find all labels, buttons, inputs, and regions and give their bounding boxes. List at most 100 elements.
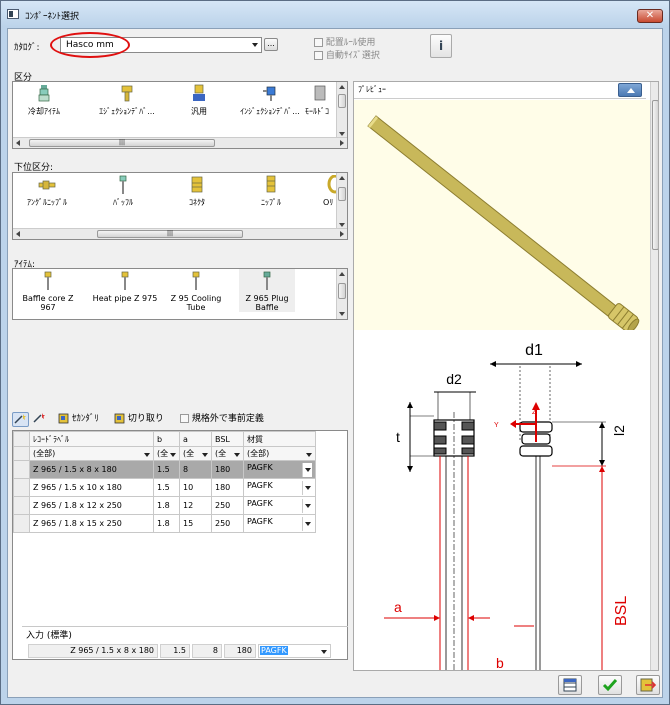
material-dropdown-button[interactable]: [302, 516, 312, 531]
material-dropdown-button[interactable]: [302, 480, 312, 495]
info-button[interactable]: i: [430, 34, 452, 58]
cell-b[interactable]: 1.5: [153, 460, 180, 479]
scroll-thumb[interactable]: |||: [97, 230, 243, 238]
placement-rules-checkbox[interactable]: [314, 38, 323, 47]
close-button[interactable]: ✕: [637, 9, 663, 23]
cell-bsl[interactable]: 180: [211, 478, 244, 497]
column-header-material[interactable]: 材質: [243, 431, 316, 447]
scroll-left-icon[interactable]: [16, 231, 20, 237]
cell-record-label[interactable]: Z 965 / 1.5 x 10 x 180: [29, 478, 154, 497]
subcategory-item-connector[interactable]: ｺﾈｸﾀ: [177, 173, 217, 207]
subcategory-item-nipple[interactable]: ﾆｯﾌﾟﾙ: [251, 173, 291, 207]
table-row[interactable]: Z 965 / 1.8 x 15 x 250 1.8 15 250 PAGFK: [13, 514, 316, 533]
input-material-select[interactable]: PAGFK: [258, 644, 331, 658]
scroll-thumb[interactable]: [338, 94, 346, 108]
category-vscrollbar[interactable]: [336, 82, 347, 139]
nonstandard-option[interactable]: 規格外で事前定義: [180, 412, 290, 427]
scroll-up-icon[interactable]: [339, 272, 345, 276]
subcategory-item-baffle[interactable]: ﾊﾞｯﾌﾙ: [103, 173, 143, 207]
cell-bsl[interactable]: 180: [211, 460, 244, 479]
category-list[interactable]: 冷却ｱｲﾃﾑ ｴｼﾞｪｸｼｮﾝﾃﾞﾊﾞ... 汎用 ｲﾝｼﾞｪｸｼｮﾝﾃﾞﾊﾞ.…: [12, 81, 348, 149]
scroll-right-icon[interactable]: [340, 140, 344, 146]
column-header-a[interactable]: a: [179, 431, 212, 447]
secondary-button[interactable]: ｾｶﾝﾀﾞﾘ: [58, 412, 110, 427]
input-a-field[interactable]: 8: [192, 644, 222, 658]
material-dropdown-button[interactable]: [302, 498, 312, 513]
scroll-thumb[interactable]: [338, 283, 346, 299]
preview-panel: ﾌﾟﾚﾋﾞｭｰ d1 d2 t Z Y l2 BSL a b: [353, 81, 659, 671]
properties-button[interactable]: [558, 675, 582, 695]
auto-size-checkbox[interactable]: [314, 51, 323, 60]
item-baffle-core[interactable]: Baffle core Z 967: [17, 269, 79, 312]
input-bsl-field[interactable]: 180: [224, 644, 256, 658]
item-list[interactable]: Baffle core Z 967 Heat pipe Z 975 Z 95 C…: [12, 268, 348, 320]
cell-b[interactable]: 1.8: [153, 514, 180, 533]
preview-vscrollbar[interactable]: [650, 82, 658, 670]
mode-button-1[interactable]: [12, 412, 29, 427]
category-item-ejection[interactable]: ｴｼﾞｪｸｼｮﾝﾃﾞﾊﾞ...: [91, 82, 163, 116]
filter-bsl[interactable]: (全: [211, 446, 244, 461]
filter-record-label[interactable]: (全部): [29, 446, 154, 461]
input-record-field[interactable]: Z 965 / 1.5 x 8 x 180: [28, 644, 158, 658]
filter-a[interactable]: (全: [179, 446, 212, 461]
table-row[interactable]: Z 965 / 1.8 x 12 x 250 1.8 12 250 PAGFK: [13, 496, 316, 515]
cell-record-label[interactable]: Z 965 / 1.8 x 15 x 250: [29, 514, 154, 533]
scroll-down-icon[interactable]: [339, 132, 345, 136]
cell-bsl[interactable]: 250: [211, 514, 244, 533]
cell-material[interactable]: PAGFK: [243, 514, 316, 533]
filter-b[interactable]: (全: [153, 446, 180, 461]
item-cooling-tube[interactable]: Z 95 Cooling Tube: [165, 269, 227, 312]
cell-b[interactable]: 1.8: [153, 496, 180, 515]
apply-exit-button[interactable]: [636, 675, 660, 695]
cell-record-label[interactable]: Z 965 / 1.8 x 12 x 250: [29, 496, 154, 515]
preview-header: ﾌﾟﾚﾋﾞｭｰ: [354, 82, 646, 99]
scroll-up-icon[interactable]: [339, 176, 345, 180]
preview-collapse-button[interactable]: [618, 83, 642, 97]
table-row[interactable]: Z 965 / 1.5 x 8 x 180 1.5 8 180 PAGFK: [13, 460, 316, 479]
scroll-thumb[interactable]: [652, 100, 658, 250]
scroll-thumb[interactable]: |||: [29, 139, 215, 147]
item-plug-baffle[interactable]: Z 965 Plug Baffle: [239, 269, 295, 312]
category-item-cooling[interactable]: 冷却ｱｲﾃﾑ: [19, 82, 69, 116]
category-item-injection[interactable]: ｲﾝｼﾞｪｸｼｮﾝﾃﾞﾊﾞ...: [235, 82, 305, 116]
cell-a[interactable]: 8: [179, 460, 212, 479]
cutout-button[interactable]: 切り取り: [114, 412, 174, 427]
cell-a[interactable]: 15: [179, 514, 212, 533]
filter-material[interactable]: (全部): [243, 446, 316, 461]
scroll-down-icon[interactable]: [339, 223, 345, 227]
table-row[interactable]: Z 965 / 1.5 x 10 x 180 1.5 10 180 PAGFK: [13, 478, 316, 497]
column-header-bsl[interactable]: BSL: [211, 431, 244, 447]
category-item-general[interactable]: 汎用: [179, 82, 219, 116]
cell-a[interactable]: 10: [179, 478, 212, 497]
scroll-up-icon[interactable]: [339, 85, 345, 89]
subcategory-list[interactable]: ｱﾝｸﾞﾙﾆｯﾌﾟﾙ ﾊﾞｯﾌﾙ ｺﾈｸﾀ ﾆｯﾌﾟﾙ Oﾘ |||: [12, 172, 348, 240]
column-header-record-label[interactable]: ﾚｺｰﾄﾞﾗﾍﾞﾙ: [29, 431, 154, 447]
scroll-thumb[interactable]: [338, 187, 346, 201]
nonstandard-checkbox[interactable]: [180, 414, 189, 423]
subcategory-vscrollbar[interactable]: [336, 173, 347, 230]
preview-3d-view[interactable]: [354, 100, 650, 333]
cell-a[interactable]: 12: [179, 496, 212, 515]
cell-bsl[interactable]: 250: [211, 496, 244, 515]
cell-material[interactable]: PAGFK: [243, 496, 316, 515]
cell-material[interactable]: PAGFK: [243, 460, 316, 479]
mode-button-2[interactable]: [32, 412, 49, 427]
material-dropdown-button[interactable]: [302, 462, 312, 477]
auto-size-option[interactable]: 自動ｻｲｽﾞ選択: [314, 48, 380, 61]
category-hscrollbar[interactable]: |||: [13, 137, 347, 148]
subcategory-item-angle-nipple[interactable]: ｱﾝｸﾞﾙﾆｯﾌﾟﾙ: [17, 173, 77, 207]
scroll-left-icon[interactable]: [16, 140, 20, 146]
column-header-b[interactable]: b: [153, 431, 180, 447]
catalog-browse-button[interactable]: ...: [264, 38, 278, 51]
subcategory-hscrollbar[interactable]: |||: [13, 228, 347, 239]
cell-record-label[interactable]: Z 965 / 1.5 x 8 x 180: [29, 460, 154, 479]
item-heat-pipe[interactable]: Heat pipe Z 975: [89, 269, 161, 303]
scroll-right-icon[interactable]: [340, 231, 344, 237]
scroll-down-icon[interactable]: [339, 312, 345, 316]
placement-rules-option[interactable]: 配置ﾙｰﾙ使用: [314, 35, 375, 48]
ok-button[interactable]: [598, 675, 622, 695]
cell-b[interactable]: 1.5: [153, 478, 180, 497]
cell-material[interactable]: PAGFK: [243, 478, 316, 497]
item-vscrollbar[interactable]: [336, 269, 347, 319]
input-b-field[interactable]: 1.5: [160, 644, 190, 658]
